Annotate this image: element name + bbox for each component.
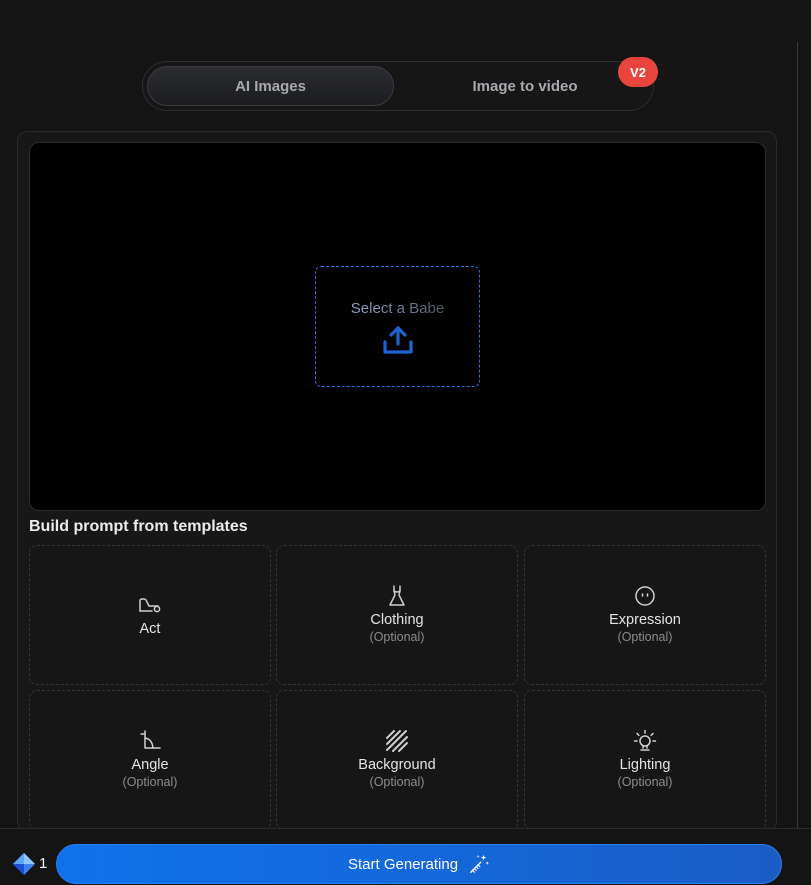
template-card-clothing[interactable]: Clothing (Optional) <box>276 545 518 685</box>
start-generating-label: Start Generating <box>347 855 459 873</box>
upload-icon <box>382 326 413 354</box>
angle-icon <box>140 730 161 749</box>
template-optional-background: (Optional) <box>369 775 425 789</box>
gem-icon <box>13 853 35 875</box>
tab-image-to-video-label: Image to video <box>472 77 578 95</box>
template-label-expression: Expression <box>609 612 681 628</box>
tab-ai-images[interactable]: AI Images <box>147 66 394 106</box>
template-optional-expression: (Optional) <box>617 630 673 644</box>
tab-ai-images-label: AI Images <box>235 77 306 95</box>
select-babe-label: Select a Babe <box>350 300 445 317</box>
template-label-act: Act <box>139 620 161 637</box>
right-scroll-rail <box>797 42 798 885</box>
template-card-background[interactable]: Background (Optional) <box>276 690 518 830</box>
template-optional-lighting: (Optional) <box>617 775 673 789</box>
templates-title: Build prompt from templates <box>29 518 248 535</box>
v2-badge: V2 <box>618 57 658 87</box>
face-icon <box>635 586 655 606</box>
magic-wand-icon <box>470 854 490 873</box>
template-label-clothing: Clothing <box>370 612 424 628</box>
template-card-lighting[interactable]: Lighting (Optional) <box>524 690 766 830</box>
template-optional-angle: (Optional) <box>122 775 178 789</box>
dress-icon <box>389 585 405 606</box>
act-icon <box>139 597 161 612</box>
bulb-icon <box>633 729 657 751</box>
template-label-lighting: Lighting <box>619 757 671 773</box>
select-babe-button[interactable]: Select a Babe <box>315 266 480 387</box>
template-optional-clothing: (Optional) <box>369 630 425 644</box>
template-card-expression[interactable]: Expression (Optional) <box>524 545 766 685</box>
template-label-angle: Angle <box>131 757 169 773</box>
stripes-icon <box>386 730 408 752</box>
template-card-act[interactable]: Act <box>29 545 271 685</box>
tab-image-to-video[interactable]: Image to video <box>399 66 651 106</box>
template-card-angle[interactable]: Angle (Optional) <box>29 690 271 830</box>
start-generating-button[interactable]: Start Generating <box>56 844 782 884</box>
credit-count: 1 <box>39 855 48 872</box>
template-label-background: Background <box>358 757 436 773</box>
mode-switch: AI Images Image to video <box>142 61 654 111</box>
